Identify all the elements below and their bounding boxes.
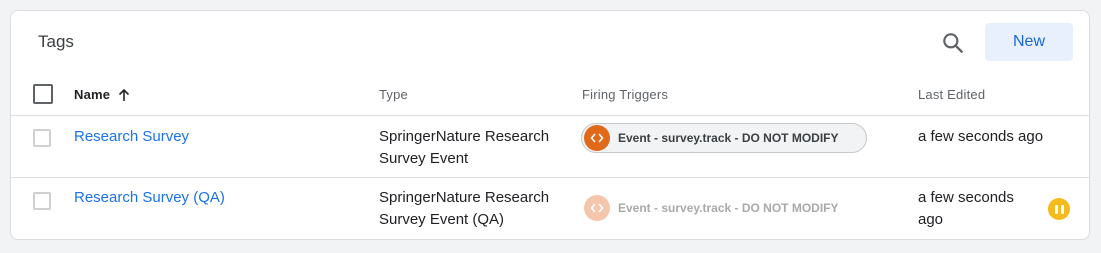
column-header-name[interactable]: Name — [74, 87, 131, 102]
trigger-chip[interactable]: Event - survey.track - DO NOT MODIFY — [581, 123, 867, 153]
row-checkbox[interactable] — [33, 129, 51, 147]
trigger-chip[interactable]: Event - survey.track - DO NOT MODIFY — [581, 193, 867, 223]
tag-name-link[interactable]: Research Survey — [74, 128, 189, 145]
table-row: Research Survey (QA) SpringerNature Rese… — [11, 178, 1089, 239]
column-header-firing-triggers[interactable]: Firing Triggers — [582, 87, 668, 102]
arrow-up-icon — [119, 88, 130, 101]
column-header-last-edited[interactable]: Last Edited — [918, 87, 985, 102]
code-brackets-icon — [584, 195, 610, 221]
trigger-label: Event - survey.track - DO NOT MODIFY — [618, 131, 839, 145]
tag-type: SpringerNature Research Survey Event — [379, 128, 550, 167]
tag-name-link[interactable]: Research Survey (QA) — [74, 189, 225, 206]
new-tag-button[interactable]: New — [985, 23, 1073, 61]
trigger-label: Event - survey.track - DO NOT MODIFY — [618, 201, 839, 215]
pause-icon — [1048, 198, 1070, 220]
table-header: Name Type Firing Triggers Last Edited — [11, 73, 1089, 116]
row-checkbox[interactable] — [33, 192, 51, 210]
tag-type: SpringerNature Research Survey Event (QA… — [379, 189, 550, 228]
column-header-name-label: Name — [74, 87, 111, 102]
select-all-checkbox[interactable] — [33, 84, 53, 104]
code-brackets-icon — [584, 125, 610, 151]
last-edited: a few seconds ago — [918, 189, 1014, 228]
tags-card: Tags New Name Type Firing Triggers Last … — [10, 10, 1090, 240]
column-header-type[interactable]: Type — [379, 87, 408, 102]
card-title: Tags — [38, 32, 74, 51]
table-row: Research Survey SpringerNature Research … — [11, 116, 1089, 178]
search-icon[interactable] — [940, 30, 966, 56]
last-edited: a few seconds ago — [918, 128, 1044, 145]
